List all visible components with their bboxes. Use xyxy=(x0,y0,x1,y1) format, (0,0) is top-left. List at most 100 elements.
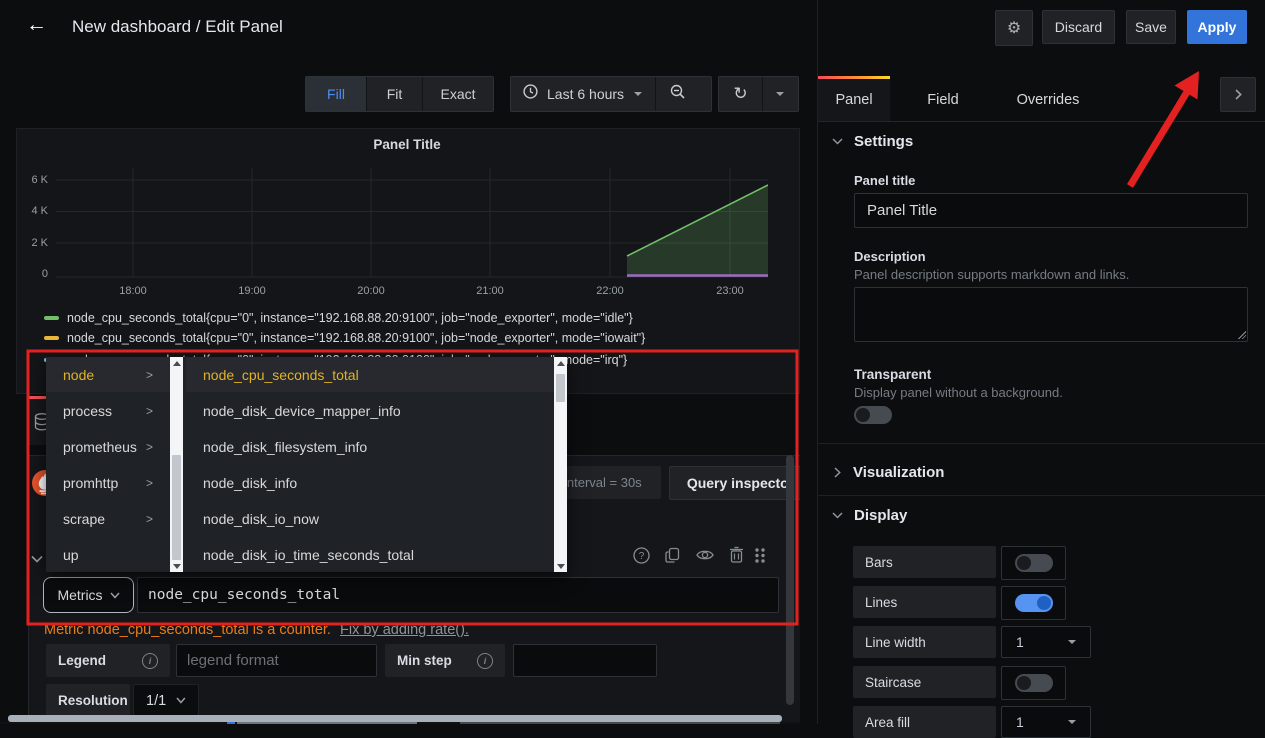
chevron-down-icon xyxy=(832,512,843,519)
info-icon[interactable]: i xyxy=(477,653,493,669)
metric-category-item[interactable]: promhttp> xyxy=(63,465,163,501)
resolution-select[interactable]: 1/1 xyxy=(133,684,199,717)
interval-label: interval = 30s xyxy=(564,475,642,490)
resolution-label-box: Resolution xyxy=(46,684,130,717)
staircase-toggle-box xyxy=(1001,666,1066,700)
display-heading: Display xyxy=(854,507,907,524)
metric-item[interactable]: node_disk_io_time_seconds_total xyxy=(203,537,543,573)
lines-toggle-box xyxy=(1001,586,1066,620)
fix-rate-link[interactable]: Fix by adding rate(). xyxy=(340,622,469,638)
transparent-toggle[interactable] xyxy=(854,406,892,424)
drag-handle-icon[interactable] xyxy=(754,547,766,569)
panel-title-input[interactable] xyxy=(854,193,1248,228)
metrics-dropdown-button[interactable]: Metrics xyxy=(43,577,134,613)
lines-toggle[interactable] xyxy=(1015,594,1053,612)
bars-label-box: Bars xyxy=(853,546,996,578)
min-step-label: Min step xyxy=(397,653,452,668)
chevron-down-icon xyxy=(1068,720,1076,724)
min-step-label-box: Min step i xyxy=(385,644,505,677)
query-help-icon[interactable]: ? xyxy=(633,547,650,569)
min-step-input[interactable] xyxy=(513,644,657,677)
chevron-right-icon xyxy=(834,467,841,478)
category-scrollbar[interactable] xyxy=(170,357,183,572)
fit-mode-button[interactable]: Fit xyxy=(367,77,423,111)
area-fill-label-box: Area fill xyxy=(853,706,996,738)
x-tick: 21:00 xyxy=(474,285,506,297)
y-tick: 2 K xyxy=(22,237,48,249)
metric-category-item[interactable]: process> xyxy=(63,393,163,429)
clock-icon xyxy=(523,84,538,104)
resolution-label: Resolution xyxy=(58,693,128,708)
metric-query-input[interactable] xyxy=(137,577,779,613)
series-color-swatch xyxy=(44,336,59,340)
legend-item[interactable]: node_cpu_seconds_total{cpu="0", instance… xyxy=(44,310,633,326)
metric-item[interactable]: node_disk_info xyxy=(203,465,543,501)
panel-size-mode-group: Fill Fit Exact xyxy=(305,76,494,112)
time-range-button[interactable]: Last 6 hours xyxy=(547,86,624,102)
time-picker-group: Last 6 hours xyxy=(510,76,712,112)
duplicate-query-icon[interactable] xyxy=(665,547,682,569)
metric-item[interactable]: node_cpu_seconds_total xyxy=(203,357,543,393)
x-tick: 18:00 xyxy=(117,285,149,297)
y-tick: 4 K xyxy=(22,205,48,217)
vertical-scrollbar[interactable] xyxy=(786,455,794,705)
series-color-swatch xyxy=(44,316,59,320)
resize-handle-icon[interactable] xyxy=(1237,330,1246,339)
metric-scrollbar[interactable] xyxy=(554,357,567,572)
legend-format-input[interactable] xyxy=(176,644,377,677)
description-label: Description xyxy=(854,249,926,264)
chevron-down-icon xyxy=(634,92,642,96)
query-collapse-chevron-icon[interactable] xyxy=(31,550,43,568)
query-inspector-button[interactable]: Query inspector xyxy=(669,466,800,500)
interval-indicator: interval = 30s xyxy=(552,466,661,499)
delete-query-trash-icon[interactable] xyxy=(729,546,744,569)
resolution-value: 1/1 xyxy=(146,693,166,709)
metric-item[interactable]: node_disk_device_mapper_info xyxy=(203,393,543,429)
metric-item[interactable]: node_disk_filesystem_info xyxy=(203,429,543,465)
tab-overrides[interactable]: Overrides xyxy=(1003,79,1093,121)
line-width-value: 1 xyxy=(1016,634,1024,650)
zoom-out-icon[interactable] xyxy=(670,84,686,105)
staircase-toggle[interactable] xyxy=(1015,674,1053,692)
fill-mode-button[interactable]: Fill xyxy=(306,77,367,111)
disable-query-eye-icon[interactable] xyxy=(696,548,714,567)
refresh-icon[interactable]: ↻ xyxy=(719,84,762,104)
y-tick: 0 xyxy=(22,268,48,280)
x-tick: 23:00 xyxy=(714,285,746,297)
metric-category-item[interactable]: prometheus> xyxy=(63,429,163,465)
area-fill-value: 1 xyxy=(1016,714,1024,730)
tab-field[interactable]: Field xyxy=(907,79,979,121)
sidebar-collapse-button[interactable] xyxy=(1220,77,1256,112)
bars-toggle[interactable] xyxy=(1015,554,1053,572)
visualization-heading: Visualization xyxy=(853,464,944,481)
settings-heading: Settings xyxy=(854,133,913,150)
info-icon[interactable]: i xyxy=(142,653,158,669)
tab-panel[interactable]: Panel xyxy=(818,76,890,121)
lines-label-box: Lines xyxy=(853,586,996,618)
metric-category-item[interactable]: scrape> xyxy=(63,501,163,537)
visualization-section-header[interactable]: Visualization xyxy=(834,464,944,481)
description-textarea[interactable] xyxy=(854,287,1248,342)
display-section-header[interactable]: Display xyxy=(832,507,907,524)
page-title: New dashboard / Edit Panel xyxy=(72,17,283,37)
chevron-down-icon xyxy=(176,697,186,704)
horizontal-scrollbar[interactable] xyxy=(8,715,782,722)
transparent-help: Display panel without a background. xyxy=(854,385,1063,400)
x-tick: 22:00 xyxy=(594,285,626,297)
refresh-interval-chevron-icon[interactable] xyxy=(763,92,797,96)
legend-item[interactable]: node_cpu_seconds_total{cpu="0", instance… xyxy=(44,330,645,346)
legend-label: node_cpu_seconds_total{cpu="0", instance… xyxy=(67,311,633,325)
counter-warning: Metric node_cpu_seconds_total is a count… xyxy=(44,622,469,638)
area-fill-select[interactable]: 1 xyxy=(1001,706,1091,738)
settings-section-header[interactable]: Settings xyxy=(832,133,913,150)
metric-category-item[interactable]: node> xyxy=(63,357,163,393)
metric-item[interactable]: node_disk_io_now xyxy=(203,501,543,537)
metric-category-item[interactable]: up xyxy=(63,537,163,573)
exact-mode-button[interactable]: Exact xyxy=(423,77,493,111)
chevron-down-icon xyxy=(110,592,120,599)
legend-label: node_cpu_seconds_total{cpu="0", instance… xyxy=(67,331,645,345)
transparent-label: Transparent xyxy=(854,367,931,382)
back-arrow-icon[interactable]: ← xyxy=(26,13,47,37)
description-help: Panel description supports markdown and … xyxy=(854,267,1129,282)
line-width-select[interactable]: 1 xyxy=(1001,626,1091,658)
